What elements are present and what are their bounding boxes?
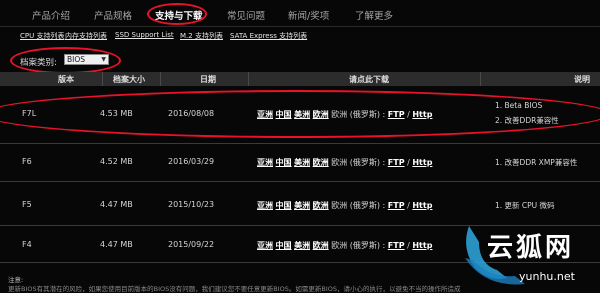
notes-text: 更新BIOS有其潜在的风险，如果您使用目前版本的BIOS没有问题，我们建议您不要… (8, 285, 461, 293)
download-china-link[interactable]: 中国 (276, 201, 292, 210)
header-divider (102, 72, 103, 86)
table-header: 版本 档案大小 日期 请点此下载 说明 (0, 72, 600, 86)
row-date: 2016/03/29 (168, 157, 215, 166)
row-date: 2015/10/23 (168, 200, 215, 209)
link-cpu-support[interactable]: CPU 支持列表 (20, 31, 64, 41)
row-date: 2015/09/22 (168, 240, 215, 249)
download-asia-link[interactable]: 亚洲 (257, 241, 273, 250)
header-date: 日期 (200, 75, 216, 84)
download-asia-link[interactable]: 亚洲 (257, 158, 273, 167)
download-america-link[interactable]: 美洲 (294, 201, 310, 210)
download-america-link[interactable]: 美洲 (294, 241, 310, 250)
download-separator: / (407, 158, 410, 167)
watermark-text: 云狐网 (487, 233, 575, 263)
header-divider (248, 72, 249, 86)
download-europe-link[interactable]: 欧洲 (313, 241, 329, 250)
download-europe-link[interactable]: 欧洲 (313, 158, 329, 167)
tab-learn-more[interactable]: 了解更多 (355, 8, 393, 22)
download-links: 亚洲 中国 美洲 欧洲 欧洲 (俄罗斯) : FTP / Http (257, 157, 432, 168)
header-divider (480, 72, 481, 86)
download-http-link[interactable]: Http (412, 241, 432, 250)
header-download: 请点此下载 (349, 75, 389, 84)
download-links: 亚洲 中国 美洲 欧洲 欧洲 (俄罗斯) : FTP / Http (257, 200, 432, 211)
link-memory-support[interactable]: 内存支持列表 (65, 31, 107, 41)
tab-news-awards[interactable]: 新闻/奖项 (288, 8, 329, 22)
download-china-link[interactable]: 中国 (276, 241, 292, 250)
row-desc-1: 1. 改善DDR XMP兼容性 (495, 158, 578, 167)
tab-specs[interactable]: 产品规格 (94, 8, 132, 22)
download-http-link[interactable]: Http (412, 158, 432, 167)
row-version: F4 (22, 240, 32, 249)
download-separator: / (407, 201, 410, 210)
header-divider (160, 72, 161, 86)
header-size: 档案大小 (113, 75, 145, 84)
download-http-link[interactable]: Http (412, 201, 432, 210)
download-ftp-link[interactable]: FTP (388, 241, 405, 250)
annotation-circle-tab (147, 3, 207, 25)
download-asia-link[interactable]: 亚洲 (257, 201, 273, 210)
download-separator: / (407, 241, 410, 250)
download-ftp-link[interactable]: FTP (388, 158, 405, 167)
row-version: F5 (22, 200, 32, 209)
download-europe-link[interactable]: 欧洲 (313, 201, 329, 210)
annotation-circle-filter (10, 47, 121, 74)
link-ssd-support[interactable]: SSD Support List (115, 31, 174, 39)
download-russia-label: 欧洲 (俄罗斯) : (331, 201, 386, 210)
tab-faq[interactable]: 常见问题 (227, 8, 265, 22)
header-description: 说明 (574, 75, 590, 84)
row-size: 4.47 MB (100, 240, 133, 249)
row-desc-1: 1. 更新 CPU 微码 (495, 201, 555, 210)
download-china-link[interactable]: 中国 (276, 158, 292, 167)
download-america-link[interactable]: 美洲 (294, 158, 310, 167)
row-divider (0, 143, 600, 144)
link-sata-express-support[interactable]: SATA Express 支持列表 (230, 31, 307, 41)
download-russia-label: 欧洲 (俄罗斯) : (331, 158, 386, 167)
tabs-divider (0, 26, 600, 27)
row-size: 4.47 MB (100, 200, 133, 209)
link-m2-support[interactable]: M.2 支持列表 (180, 31, 223, 41)
download-ftp-link[interactable]: FTP (388, 201, 405, 210)
annotation-ellipse-row (0, 90, 600, 138)
row-version: F6 (22, 157, 32, 166)
row-divider (0, 181, 600, 182)
download-links: 亚洲 中国 美洲 欧洲 欧洲 (俄罗斯) : FTP / Http (257, 240, 432, 251)
watermark-logo: 云狐网 yunhu.net (455, 218, 600, 291)
watermark-url: yunhu.net (519, 270, 575, 283)
product-tabs: 产品介绍 产品规格 支持与下载 常见问题 新闻/奖项 了解更多 (0, 0, 600, 28)
download-russia-label: 欧洲 (俄罗斯) : (331, 241, 386, 250)
header-version: 版本 (58, 75, 74, 84)
row-size: 4.52 MB (100, 157, 133, 166)
tab-product-intro[interactable]: 产品介绍 (32, 8, 70, 22)
